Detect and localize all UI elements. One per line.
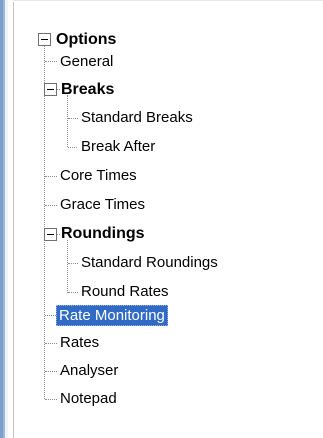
analyser-branch bbox=[45, 371, 57, 372]
options-tree[interactable]: Options General Breaks Standard Breaks B… bbox=[0, 0, 323, 438]
tree-item-break-after[interactable]: Break After bbox=[81, 136, 155, 157]
round-rates-branch bbox=[68, 292, 78, 293]
tree-item-rates[interactable]: Rates bbox=[60, 332, 99, 353]
standard-roundings-branch bbox=[68, 263, 78, 264]
general-branch bbox=[45, 61, 57, 62]
roundings-connector-line bbox=[67, 240, 68, 293]
breaks-connector-line bbox=[67, 95, 68, 147]
tree-item-general[interactable]: General bbox=[60, 51, 113, 72]
standard-breaks-branch bbox=[68, 118, 78, 119]
break-after-branch bbox=[68, 147, 77, 148]
tree-item-standard-roundings[interactable]: Standard Roundings bbox=[81, 252, 218, 273]
rates-branch bbox=[45, 343, 57, 344]
collapse-breaks-icon[interactable] bbox=[44, 83, 57, 96]
tree-item-roundings[interactable]: Roundings bbox=[61, 223, 145, 244]
grace-times-branch bbox=[45, 205, 57, 206]
collapse-roundings-icon[interactable] bbox=[44, 228, 57, 241]
core-times-branch bbox=[45, 176, 57, 177]
tree-item-breaks[interactable]: Breaks bbox=[61, 79, 114, 100]
collapse-options-icon[interactable] bbox=[38, 33, 51, 46]
tree-item-notepad[interactable]: Notepad bbox=[60, 388, 117, 409]
tree-item-core-times[interactable]: Core Times bbox=[60, 165, 137, 186]
tree-item-options[interactable]: Options bbox=[56, 29, 116, 50]
rate-monitoring-branch bbox=[45, 315, 56, 316]
tree-item-standard-breaks[interactable]: Standard Breaks bbox=[81, 107, 193, 128]
tree-item-grace-times[interactable]: Grace Times bbox=[60, 194, 145, 215]
tree-item-analyser[interactable]: Analyser bbox=[60, 360, 118, 381]
tree-item-rate-monitoring[interactable]: Rate Monitoring bbox=[56, 305, 168, 326]
options-tree-panel: Options General Breaks Standard Breaks B… bbox=[0, 0, 323, 438]
tree-item-round-rates[interactable]: Round Rates bbox=[81, 281, 169, 302]
notepad-branch bbox=[45, 399, 57, 400]
